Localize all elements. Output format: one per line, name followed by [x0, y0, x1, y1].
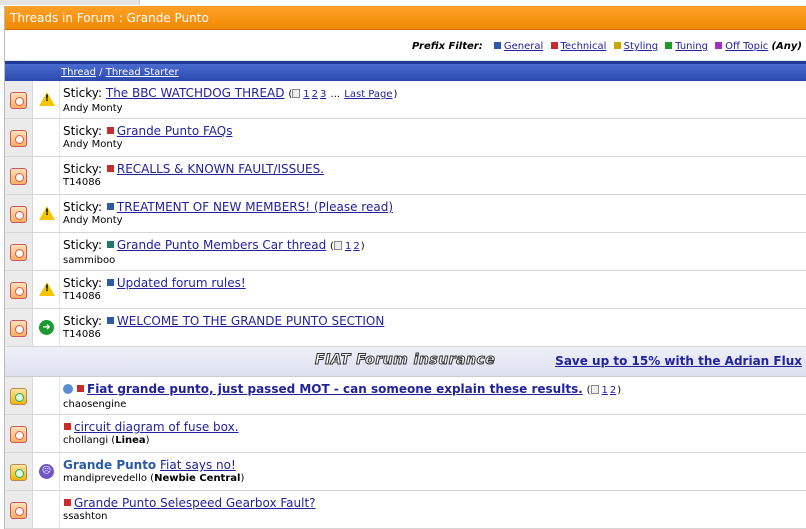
- prefix-icon: [106, 127, 114, 134]
- thread-prefix-label: Grande Punto: [63, 458, 157, 472]
- page-link[interactable]: 1: [602, 385, 608, 396]
- thread-title-link[interactable]: Updated forum rules!: [117, 276, 246, 290]
- multipage-icon: [292, 89, 301, 98]
- thread-title-link[interactable]: WELCOME TO THE GRANDE PUNTO SECTION: [117, 314, 384, 328]
- table-row: Grande Punto Selespeed Gearbox Fault? ss…: [5, 491, 806, 529]
- prefix-general-link[interactable]: General: [504, 41, 543, 52]
- table-row: ☹ Grande Punto Fiat says no! mandipreved…: [5, 453, 806, 491]
- thread-starter[interactable]: T14086: [63, 177, 806, 189]
- prefix-styling-swatch: [613, 42, 621, 49]
- thread-starter[interactable]: sammiboo: [63, 255, 806, 267]
- table-row: Fiat grande punto, just passed MOT - can…: [5, 377, 806, 415]
- thread-list: Threads in Forum : Grande Punto Prefix F…: [4, 6, 806, 529]
- table-row: Sticky: Grande Punto FAQs Andy Monty: [5, 119, 806, 157]
- prefix-offtopic-swatch: [715, 42, 723, 49]
- page-links: (1 2 3 ... Last Page): [288, 89, 398, 100]
- warning-icon: [39, 282, 55, 296]
- thread-status-icon: [10, 464, 27, 481]
- thread-status-icon: [10, 502, 27, 519]
- warning-icon: [39, 206, 55, 220]
- prefix-icon: [106, 317, 114, 324]
- table-row: ➜ Sticky: WELCOME TO THE GRANDE PUNTO SE…: [5, 309, 806, 347]
- prefix-tuning-link[interactable]: Tuning: [675, 41, 708, 52]
- page-link[interactable]: 1: [345, 241, 351, 252]
- prefix-icon: [64, 423, 71, 430]
- table-row: circuit diagram of fuse box. chollangi (…: [5, 415, 806, 453]
- thread-title-link[interactable]: Fiat says no!: [160, 458, 236, 472]
- multipage-icon: [590, 385, 599, 394]
- last-page-link[interactable]: Last Page: [344, 89, 392, 100]
- tab-strip: [0, 0, 140, 5]
- page-link[interactable]: 1: [303, 89, 309, 100]
- prefix-icon: [106, 203, 114, 210]
- prefix-technical-swatch: [550, 42, 558, 49]
- thread-starter[interactable]: chaosengine: [63, 399, 806, 411]
- shield-icon: [63, 384, 73, 394]
- sad-face-icon: ☹: [39, 464, 54, 479]
- thread-starter: mandiprevedello (Newbie Central): [63, 473, 245, 484]
- fiat-forum-insurance-logo[interactable]: FIAT Forum insurance: [314, 352, 495, 369]
- thread-title-link[interactable]: Grande Punto FAQs: [117, 124, 233, 138]
- thread-status-icon: [10, 388, 27, 405]
- prefix-styling-link[interactable]: Styling: [624, 41, 658, 52]
- prefix-offtopic-link[interactable]: Off Topic: [725, 41, 768, 52]
- page-link[interactable]: 3: [320, 89, 326, 100]
- prefix-icon: [106, 279, 114, 286]
- page-links: (1 2): [330, 241, 365, 252]
- page-links: (1 2): [586, 385, 622, 396]
- table-row: Sticky: Updated forum rules! T14086: [5, 271, 806, 309]
- page-link[interactable]: 2: [312, 89, 318, 100]
- prefix-filter: Prefix Filter: General Technical Styling…: [5, 30, 806, 61]
- table-row: Sticky: The BBC WATCHDOG THREAD (123 ...…: [5, 81, 806, 119]
- thread-starter[interactable]: T14086: [63, 291, 806, 303]
- arrow-right-icon: ➜: [39, 320, 54, 335]
- thread-status-icon: [10, 282, 27, 299]
- insurance-ad-banner: FIAT Forum insurance Save up to 15% with…: [5, 347, 806, 377]
- prefix-any[interactable]: (Any): [771, 41, 802, 52]
- sort-thread-link[interactable]: Thread: [61, 67, 96, 78]
- prefix-icon: [106, 165, 114, 172]
- table-row: Sticky: TREATMENT OF NEW MEMBERS! (Pleas…: [5, 195, 806, 233]
- thread-starter: chollangi (Linea): [63, 435, 150, 446]
- thread-starter[interactable]: Andy Monty: [63, 139, 806, 151]
- page-link[interactable]: 2: [610, 385, 616, 396]
- insurance-ad-link[interactable]: Save up to 15% with the Adrian Flux: [555, 354, 802, 368]
- thread-status-icon: [10, 92, 27, 109]
- thread-starter[interactable]: ssashton: [63, 511, 806, 523]
- warning-icon: [39, 92, 55, 106]
- column-header: Thread / Thread Starter: [5, 61, 806, 81]
- thread-title-link[interactable]: Grande Punto Selespeed Gearbox Fault?: [74, 496, 316, 510]
- thread-status-icon: [10, 130, 27, 147]
- thread-status-icon: [10, 206, 27, 223]
- thread-title-link[interactable]: TREATMENT OF NEW MEMBERS! (Please read): [117, 200, 393, 214]
- prefix-filter-label: Prefix Filter:: [412, 41, 483, 52]
- thread-status-icon: [10, 320, 27, 337]
- thread-starter[interactable]: T14086: [63, 329, 806, 341]
- prefix-general-swatch: [493, 42, 501, 49]
- thread-title-link[interactable]: Grande Punto Members Car thread: [117, 238, 326, 252]
- thread-starter[interactable]: Andy Monty: [63, 215, 806, 227]
- thread-title-link[interactable]: The BBC WATCHDOG THREAD: [106, 86, 285, 100]
- sort-starter-link[interactable]: Thread Starter: [106, 67, 179, 78]
- thread-title-link[interactable]: RECALLS & KNOWN FAULT/ISSUES.: [117, 162, 324, 176]
- thread-status-icon: [10, 168, 27, 185]
- thread-title-link[interactable]: circuit diagram of fuse box.: [74, 420, 239, 434]
- prefix-icon: [77, 385, 84, 392]
- page-link[interactable]: 2: [353, 241, 359, 252]
- thread-starter[interactable]: Andy Monty: [63, 103, 806, 115]
- thread-title-link[interactable]: Fiat grande punto, just passed MOT - can…: [87, 382, 583, 396]
- forum-title-bar: Threads in Forum : Grande Punto: [5, 6, 806, 30]
- thread-status-icon: [10, 426, 27, 443]
- prefix-technical-link[interactable]: Technical: [561, 41, 607, 52]
- thread-status-icon: [10, 244, 27, 261]
- table-row: Sticky: RECALLS & KNOWN FAULT/ISSUES. T1…: [5, 157, 806, 195]
- prefix-icon: [106, 241, 114, 248]
- prefix-icon: [64, 499, 71, 506]
- prefix-tuning-swatch: [665, 42, 673, 49]
- table-row: Sticky: Grande Punto Members Car thread …: [5, 233, 806, 271]
- multipage-icon: [333, 241, 342, 250]
